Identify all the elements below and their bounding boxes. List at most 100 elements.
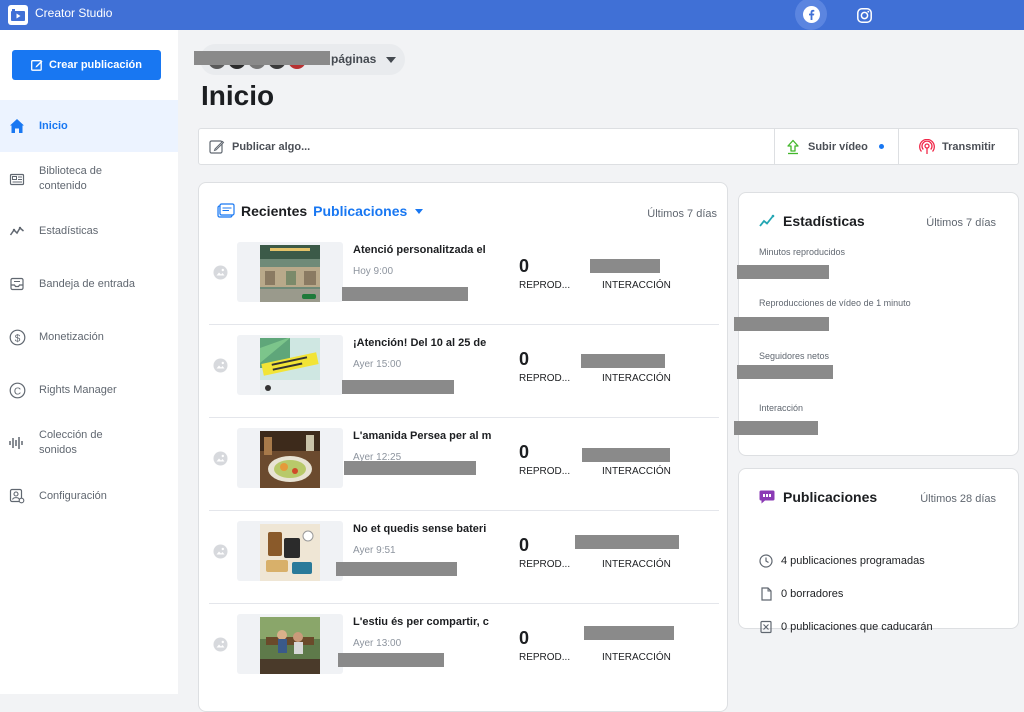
create-post-button[interactable]: Crear publicación <box>12 50 161 80</box>
post-thumbnail <box>260 245 320 302</box>
home-icon <box>7 116 27 136</box>
statistics-card: Estadísticas Últimos 7 días Minutos repr… <box>734 192 1019 456</box>
sidebar-item-rights-manager[interactable]: C Rights Manager <box>0 364 178 416</box>
page-selector-dropdown[interactable]: páginas <box>194 44 405 75</box>
interaction-label: INTERACCIÓN <box>602 466 671 477</box>
sidebar-item-label: Bandeja de entrada <box>39 277 136 290</box>
statistics-header: Estadísticas <box>759 213 865 229</box>
statistics-title: Estadísticas <box>783 213 865 229</box>
plays-label: REPROD... <box>519 280 571 291</box>
redacted-block <box>582 448 670 462</box>
chevron-down-icon <box>415 208 424 214</box>
redacted-block <box>338 653 444 667</box>
stat-label: Seguidores netos <box>759 351 830 361</box>
recent-range: Últimos 7 días <box>647 208 717 220</box>
publications-card: Publicaciones Últimos 28 días 4 publicac… <box>738 468 1019 634</box>
pub-item-label: 4 publicaciones programadas <box>781 555 925 567</box>
plays-count: 0 <box>519 535 530 555</box>
publications-range: Últimos 28 días <box>920 493 996 505</box>
insights-icon <box>759 214 775 227</box>
plays-label: REPROD... <box>519 559 571 570</box>
divider <box>898 129 899 164</box>
photo-icon <box>213 544 228 559</box>
post-thumbnail <box>260 338 320 395</box>
publish-something-input[interactable]: Publicar algo... <box>209 129 310 164</box>
pub-item-label: 0 borradores <box>781 588 844 600</box>
svg-text:C: C <box>13 386 20 397</box>
go-live-label: Transmitir <box>942 140 996 153</box>
post-row[interactable]: Atenció personalitzada el Hoy 9:00 0 REP… <box>199 232 727 325</box>
composer-bar: Publicar algo... Subir vídeo Transmitir <box>198 128 1019 165</box>
sidebar-item-estadisticas[interactable]: Estadísticas <box>0 205 178 257</box>
insights-icon <box>7 221 27 241</box>
redacted-block <box>581 354 665 368</box>
redacted-block <box>575 535 679 549</box>
post-row[interactable]: L'estiu és per compartir, c Ayer 13:00 0… <box>199 604 727 697</box>
composer-placeholder: Publicar algo... <box>232 140 311 153</box>
sidebar-item-sonidos[interactable]: Colección de sonidos <box>0 417 178 469</box>
plays-count: 0 <box>519 256 530 276</box>
edit-icon <box>209 139 225 154</box>
redacted-block <box>584 626 674 640</box>
post-title: L'amanida Persea per al m <box>353 430 492 442</box>
publications-title: Publicaciones <box>783 489 878 505</box>
post-row[interactable]: No et quedis sense bateri Ayer 9:51 0 RE… <box>199 511 727 604</box>
post-thumbnail <box>260 431 320 488</box>
clock-icon <box>759 554 773 568</box>
sidebar-item-inicio[interactable]: Inicio <box>0 100 178 152</box>
recent-type-dropdown[interactable]: Publicaciones <box>313 203 407 219</box>
sidebar-item-configuracion[interactable]: Configuración <box>0 470 178 522</box>
sidebar-item-monetizacion[interactable]: $ Monetización <box>0 311 178 363</box>
post-row[interactable]: L'amanida Persea per al m Ayer 12:25 0 R… <box>199 418 727 511</box>
inbox-icon <box>7 274 27 294</box>
sidebar-item-bandeja[interactable]: Bandeja de entrada <box>0 258 178 310</box>
publications-header: Publicaciones <box>759 489 877 505</box>
sidebar-item-label: Estadísticas <box>39 224 99 237</box>
plays-count: 0 <box>519 442 530 462</box>
scheduled-posts-link[interactable]: 4 publicaciones programadas <box>759 554 925 568</box>
divider <box>774 129 775 164</box>
plays-count: 0 <box>519 349 530 369</box>
instagram-icon <box>856 7 872 23</box>
copyright-icon: C <box>7 380 27 400</box>
sidebar-item-label: Inicio <box>39 119 68 132</box>
expire-icon <box>760 620 772 634</box>
compose-icon <box>31 60 43 71</box>
settings-icon <box>7 486 27 506</box>
creator-studio-logo-icon <box>8 5 28 25</box>
top-bar: Creator Studio <box>0 0 1024 30</box>
post-preview <box>237 614 343 674</box>
post-preview <box>237 242 343 302</box>
redacted-block <box>342 380 454 394</box>
post-title: L'estiu és per compartir, c <box>353 616 489 628</box>
post-row[interactable]: ¡Atención! Del 10 al 25 de Ayer 15:00 0 … <box>199 325 727 418</box>
upload-video-label: Subir vídeo <box>808 140 868 153</box>
plays-label: REPROD... <box>519 466 571 477</box>
photo-icon <box>213 265 228 280</box>
stat-label: Minutos reproducidos <box>759 247 846 257</box>
redacted-block <box>734 421 818 435</box>
draft-icon <box>761 587 772 601</box>
redacted-block <box>336 562 457 576</box>
svg-text:$: $ <box>14 333 20 344</box>
sidebar: Crear publicación Inicio Biblioteca de c… <box>0 30 178 694</box>
create-post-label: Crear publicación <box>49 59 142 71</box>
facebook-tab-button[interactable] <box>795 0 827 30</box>
upload-video-button[interactable]: Subir vídeo <box>785 129 884 164</box>
page-title: Inicio <box>201 80 275 111</box>
drafts-link[interactable]: 0 borradores <box>759 587 843 601</box>
chevron-down-icon <box>386 57 396 63</box>
plays-label: REPROD... <box>519 373 571 384</box>
interaction-label: INTERACCIÓN <box>602 280 671 291</box>
expiring-posts-link[interactable]: 0 publicaciones que caducarán <box>759 620 933 634</box>
redacted-block <box>737 265 829 279</box>
post-title: No et quedis sense bateri <box>353 523 487 535</box>
stat-label: Reproducciones de vídeo de 1 minuto <box>759 298 911 308</box>
sidebar-item-label: Configuración <box>39 489 107 502</box>
instagram-tab-button[interactable] <box>853 4 875 26</box>
post-preview <box>237 521 343 581</box>
go-live-button[interactable]: Transmitir <box>919 129 995 164</box>
sidebar-item-biblioteca[interactable]: Biblioteca de contenido <box>0 153 178 205</box>
post-time: Ayer 9:51 <box>353 545 396 556</box>
photo-icon <box>213 451 228 466</box>
